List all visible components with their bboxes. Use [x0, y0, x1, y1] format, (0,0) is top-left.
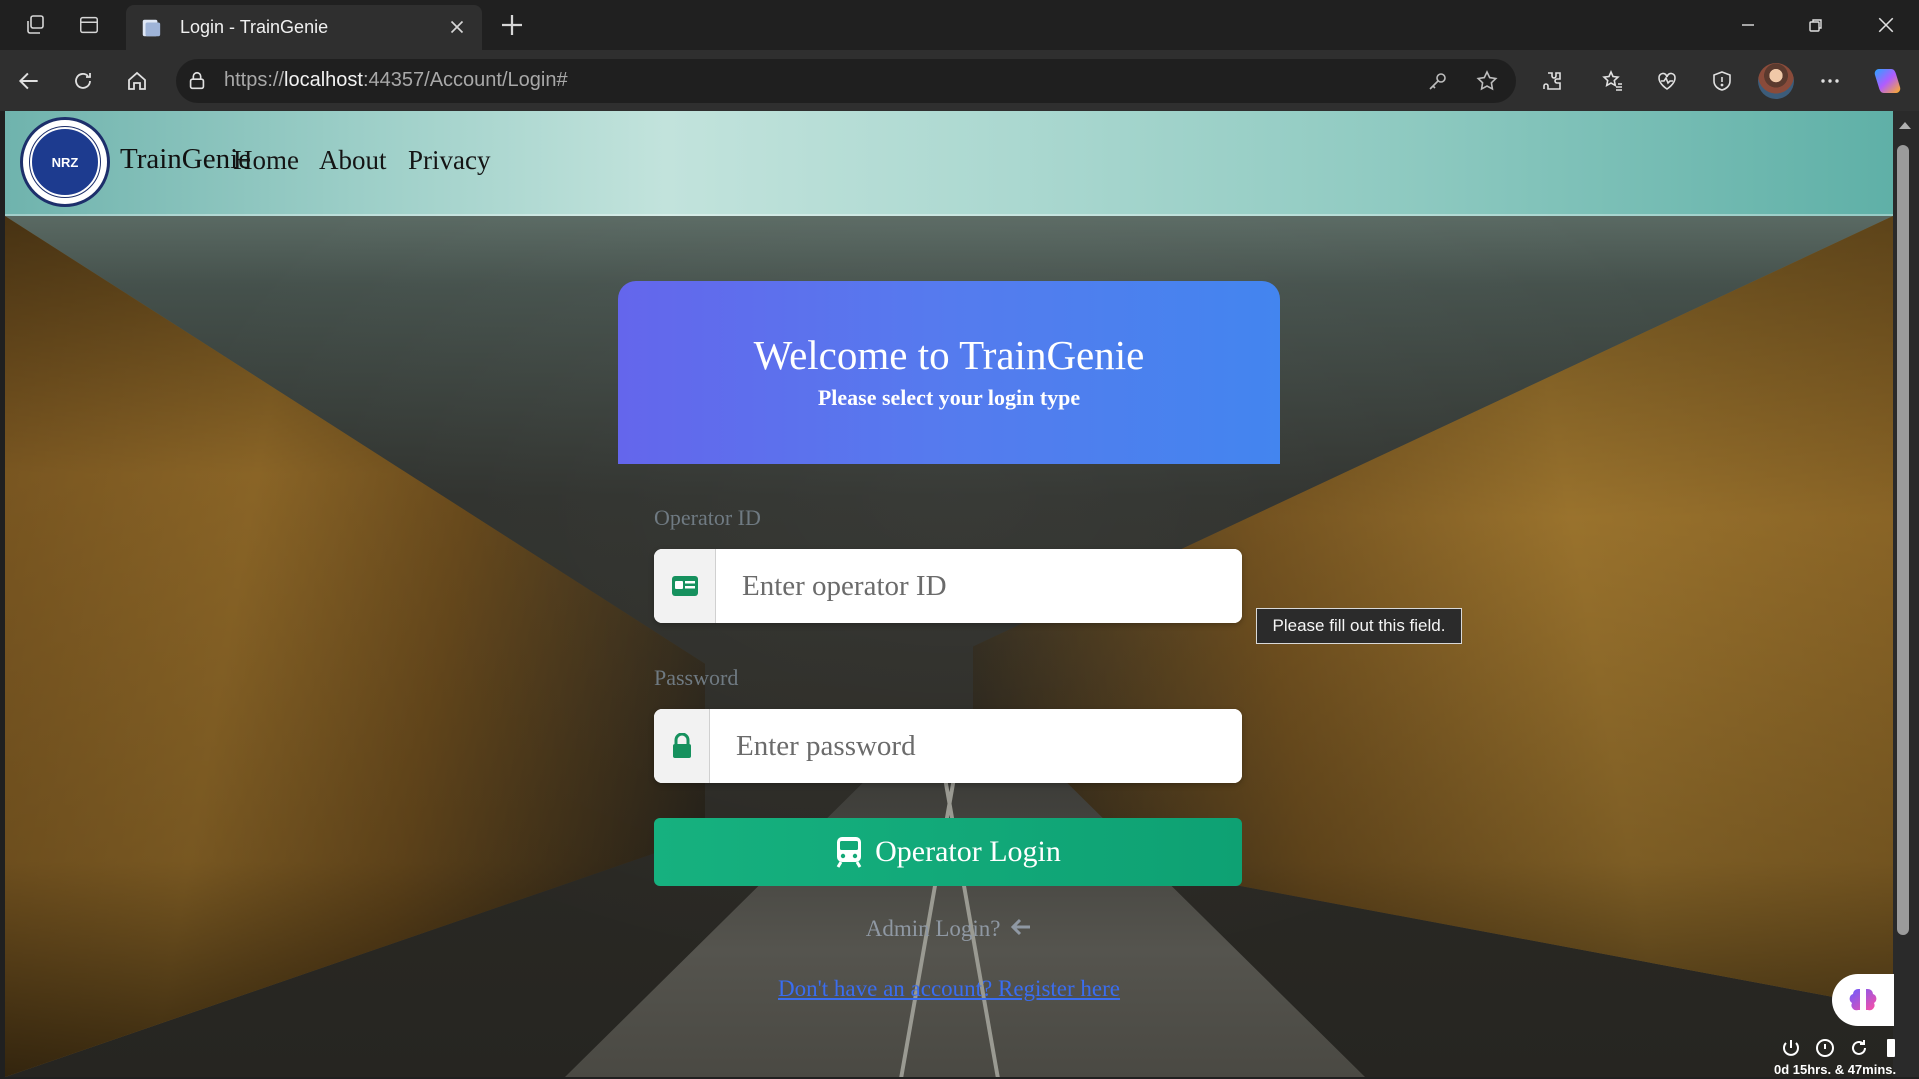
minimize-icon[interactable] — [1720, 0, 1776, 50]
welcome-subtitle: Please select your login type — [817, 385, 1081, 410]
lock-icon — [654, 709, 710, 783]
operator-id-input[interactable] — [716, 549, 1242, 623]
scroll-up-arrow-icon[interactable] — [1895, 116, 1915, 136]
info-icon[interactable] — [1814, 1037, 1836, 1059]
admin-login-link[interactable]: Admin Login? — [5, 916, 1893, 942]
password-key-icon[interactable] — [1426, 69, 1450, 93]
railway-logo[interactable]: NRZ — [20, 117, 110, 207]
nav-link-about[interactable]: About — [319, 145, 387, 176]
close-window-icon[interactable] — [1858, 0, 1914, 50]
vertical-tabs-icon[interactable] — [72, 9, 106, 41]
active-tab[interactable]: Login - TrainGenie — [126, 5, 482, 50]
back-icon[interactable] — [10, 62, 48, 100]
browser-toolbar: https://localhost:44357/Account/Login# — [0, 50, 1919, 111]
operator-login-button[interactable]: Operator Login — [654, 818, 1242, 886]
browser-essentials-icon[interactable] — [1651, 65, 1683, 97]
train-icon — [836, 837, 862, 868]
uptime-text: 0d 15hrs. & 47mins. — [1774, 1062, 1897, 1077]
navbar: NRZ TrainGenie Home About Privacy — [5, 111, 1893, 216]
scroll-thumb[interactable] — [1897, 145, 1909, 935]
browser-tab-bar: Login - TrainGenie — [0, 0, 1919, 50]
page-favicon-icon — [142, 19, 161, 36]
arrow-left-icon — [1010, 916, 1032, 942]
workspaces-icon[interactable] — [19, 9, 53, 41]
operator-id-label: Operator ID — [654, 505, 761, 530]
shield-icon[interactable] — [1706, 65, 1738, 97]
power-icon[interactable] — [1780, 1037, 1802, 1059]
password-input[interactable] — [710, 709, 1242, 783]
favorite-star-icon[interactable] — [1475, 69, 1499, 93]
extensions-icon[interactable] — [1536, 65, 1568, 97]
url-text: https://localhost:44357/Account/Login# — [224, 69, 568, 91]
uptime-widget: 0d 15hrs. & 47mins. — [1772, 1035, 1902, 1079]
brain-icon — [1849, 989, 1877, 1011]
close-tab-icon[interactable] — [446, 16, 468, 38]
background-train-left — [5, 216, 705, 1077]
favorites-icon[interactable] — [1597, 65, 1629, 97]
nav-link-privacy[interactable]: Privacy — [408, 145, 490, 176]
more-options-icon[interactable] — [1814, 65, 1846, 97]
battery-icon — [1887, 1039, 1895, 1057]
password-group — [654, 709, 1242, 783]
home-icon[interactable] — [118, 62, 156, 100]
logo-emblem: NRZ — [29, 126, 101, 198]
site-info-lock-icon[interactable] — [186, 70, 208, 92]
refresh-icon[interactable] — [64, 62, 102, 100]
address-bar[interactable]: https://localhost:44357/Account/Login# — [176, 59, 1516, 103]
password-label: Password — [654, 665, 739, 690]
register-link[interactable]: Don't have an account? Register here — [5, 976, 1893, 1002]
id-card-icon — [654, 549, 716, 623]
tab-title: Login - TrainGenie — [180, 17, 329, 37]
brand-name[interactable]: TrainGenie — [120, 143, 251, 176]
restore-icon[interactable] — [1788, 0, 1844, 50]
profile-avatar[interactable] — [1758, 63, 1794, 99]
welcome-header: Welcome to TrainGenie Please select your… — [618, 281, 1280, 464]
operator-id-group — [654, 549, 1242, 623]
restart-icon[interactable] — [1848, 1037, 1870, 1059]
welcome-title: Welcome to TrainGenie — [753, 332, 1145, 378]
nav-link-home[interactable]: Home — [233, 145, 299, 176]
operator-login-label: Operator Login — [875, 835, 1061, 868]
ai-assistant-button[interactable] — [1832, 974, 1894, 1026]
page-viewport: NRZ TrainGenie Home About Privacy Welcom… — [5, 111, 1893, 1077]
copilot-icon[interactable] — [1870, 65, 1904, 97]
validation-tooltip: Please fill out this field. — [1256, 608, 1462, 644]
new-tab-icon[interactable] — [496, 10, 528, 40]
